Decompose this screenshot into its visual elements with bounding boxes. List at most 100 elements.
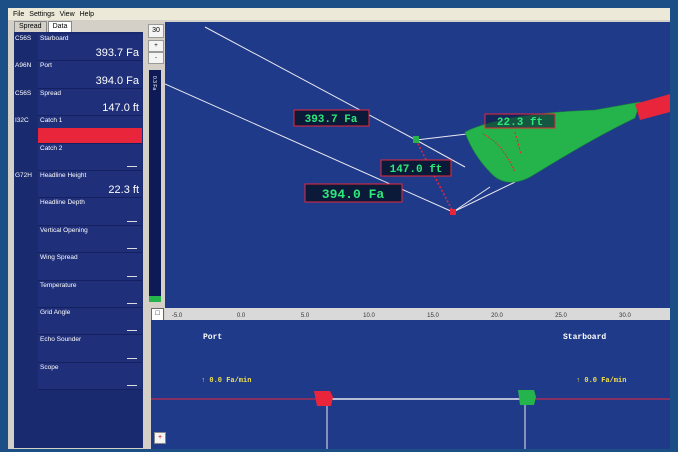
starboard-rate: ↑ 0.0 Fa/min	[576, 377, 626, 385]
scale-label: 0.3 Fa	[151, 76, 157, 91]
sensor-cell: Port 394.0 Fa	[38, 61, 142, 89]
tab-data[interactable]: Data	[47, 21, 73, 32]
sensor-row[interactable]: A96N Port 394.0 Fa	[14, 61, 143, 89]
sensor-cell: Headline Depth	[38, 198, 142, 226]
depth-scale-thumb[interactable]	[149, 296, 161, 302]
sensor-row[interactable]: G72H Headline Height 22.3 ft	[14, 171, 143, 199]
port-label: Port	[203, 333, 222, 342]
sensor-code: A96N	[15, 62, 32, 70]
no-value-dash	[127, 275, 137, 277]
menu-file[interactable]: File	[13, 11, 24, 18]
sensor-label: Port	[40, 62, 52, 70]
menu-view[interactable]: View	[60, 11, 75, 18]
sensor-label: Temperature	[40, 281, 77, 289]
sensor-label: Spread	[40, 89, 61, 97]
sensor-label: Headline Depth	[40, 199, 85, 207]
sensor-row[interactable]: Grid Angle	[14, 308, 143, 336]
x-axis: -5.0 0.0 5.0 10.0 15.0 20.0 25.0 30.0	[165, 308, 670, 320]
codend	[635, 94, 670, 120]
x-tick-label: 20.0	[491, 313, 503, 319]
sensor-value: 393.7 Fa	[95, 47, 139, 60]
spread-readout: 147.0 ft	[390, 164, 443, 176]
x-tick-label: 15.0	[427, 313, 439, 319]
sensor-row[interactable]: C56S Starboard 393.7 Fa	[14, 34, 143, 62]
depth-scale-track[interactable]: 0.3 Fa	[149, 70, 161, 302]
no-value-dash	[127, 357, 137, 359]
sensor-value: 394.0 Fa	[95, 74, 139, 87]
x-tick-label: 5.0	[301, 313, 310, 319]
sensor-label: Catch 1	[40, 117, 63, 125]
sensor-cell: Catch 2	[38, 143, 142, 171]
sensor-row[interactable]: C56S Spread 147.0 ft	[14, 88, 143, 117]
lower-add-button[interactable]: +	[154, 432, 166, 444]
sensor-cell: Grid Angle	[38, 308, 142, 336]
sensor-label: Catch 2	[40, 144, 63, 152]
x-tick-label: 30.0	[619, 313, 631, 319]
port-readout: 394.0 Fa	[322, 187, 385, 202]
starboard-label: Starboard	[563, 333, 606, 342]
sensor-row[interactable]: Headline Depth	[14, 198, 143, 226]
sensor-cell: Spread 147.0 ft	[38, 88, 142, 117]
sensor-label: Echo Sounder	[40, 336, 82, 344]
headline-readout: 22.3 ft	[497, 117, 543, 129]
starboard-door-sensor[interactable]	[413, 136, 419, 143]
panel-tabs: Spread Data	[14, 21, 73, 32]
port-rate: ↑ 0.0 Fa/min	[201, 377, 251, 385]
sensor-label: Headline Height	[40, 172, 87, 179]
sensor-value: 147.0 ft	[102, 102, 139, 115]
port-bridle	[452, 186, 491, 213]
no-value-dash	[127, 220, 137, 222]
no-value-dash	[127, 330, 137, 332]
no-value-dash	[127, 248, 137, 250]
door-depth-view: Port Starboard ↑ 0.0 Fa/min ↑ 0.0 Fa/min	[151, 320, 670, 449]
zoom-in-button[interactable]: +	[148, 40, 164, 52]
app-window: File Settings View Help Spread Data C56S…	[8, 8, 670, 449]
sensor-label: Vertical Opening	[40, 226, 88, 234]
sensor-label: Grid Angle	[40, 309, 71, 316]
sensor-cell: Echo Sounder	[38, 335, 142, 363]
sensor-cell: Starboard 393.7 Fa	[38, 34, 142, 62]
sensor-cell: Temperature	[38, 280, 142, 308]
trawl-geometry-view: 393.7 Fa 147.0 ft 394.0 Fa 22.3 ft	[165, 22, 670, 308]
sensor-row[interactable]: Catch 2	[14, 143, 143, 171]
x-tick-label: 10.0	[363, 313, 375, 319]
tab-spread[interactable]: Spread	[14, 21, 47, 32]
port-door-icon[interactable]	[314, 391, 333, 406]
sensor-row[interactable]: Echo Sounder	[14, 335, 143, 363]
no-value-dash	[127, 385, 137, 387]
catch-alarm-indicator	[38, 128, 142, 144]
sensor-label: Scope	[40, 363, 59, 371]
sensor-cell: Scope	[38, 362, 142, 391]
starboard-readout: 393.7 Fa	[305, 114, 358, 126]
sensor-code: G72H	[15, 172, 32, 179]
no-value-dash	[127, 165, 137, 167]
x-tick-label: -5.0	[172, 313, 183, 319]
sensor-row[interactable]: Wing Spread	[14, 253, 143, 281]
sensor-row[interactable]: Vertical Opening	[14, 225, 143, 254]
sensor-row[interactable]: I32C Catch 1	[14, 116, 143, 144]
zoom-out-button[interactable]: -	[148, 52, 164, 64]
zoom-value: 30	[148, 24, 164, 38]
starboard-bridle	[415, 133, 468, 141]
sensor-code: C56S	[15, 89, 32, 97]
sensor-code: I32C	[15, 117, 29, 125]
sensor-list-panel: C56S Starboard 393.7 Fa A96N Port 394.0 Fa C56…	[14, 32, 143, 448]
x-tick-label: 0.0	[237, 313, 246, 319]
port-bridle-upper	[452, 181, 516, 213]
sensor-cell: Headline Height 22.3 ft	[38, 171, 142, 199]
sensor-cell: Vertical Opening	[38, 225, 142, 254]
zoom-control-strip: 30 + - 0.3 Fa	[146, 22, 164, 308]
sensor-cell: Catch 1	[38, 116, 142, 144]
menu-bar: File Settings View Help	[8, 8, 670, 20]
no-value-dash	[127, 302, 137, 304]
menu-help[interactable]: Help	[80, 11, 94, 18]
port-door-sensor[interactable]	[450, 209, 456, 215]
x-tick-label: 25.0	[555, 313, 567, 319]
starboard-door-icon[interactable]	[518, 390, 536, 405]
menu-settings[interactable]: Settings	[29, 11, 54, 18]
sensor-value: 22.3 ft	[108, 184, 139, 197]
sensor-label: Wing Spread	[40, 254, 78, 262]
sensor-row[interactable]: Scope	[14, 362, 143, 391]
sensor-row[interactable]: Temperature	[14, 280, 143, 308]
sensor-cell: Wing Spread	[38, 253, 142, 281]
